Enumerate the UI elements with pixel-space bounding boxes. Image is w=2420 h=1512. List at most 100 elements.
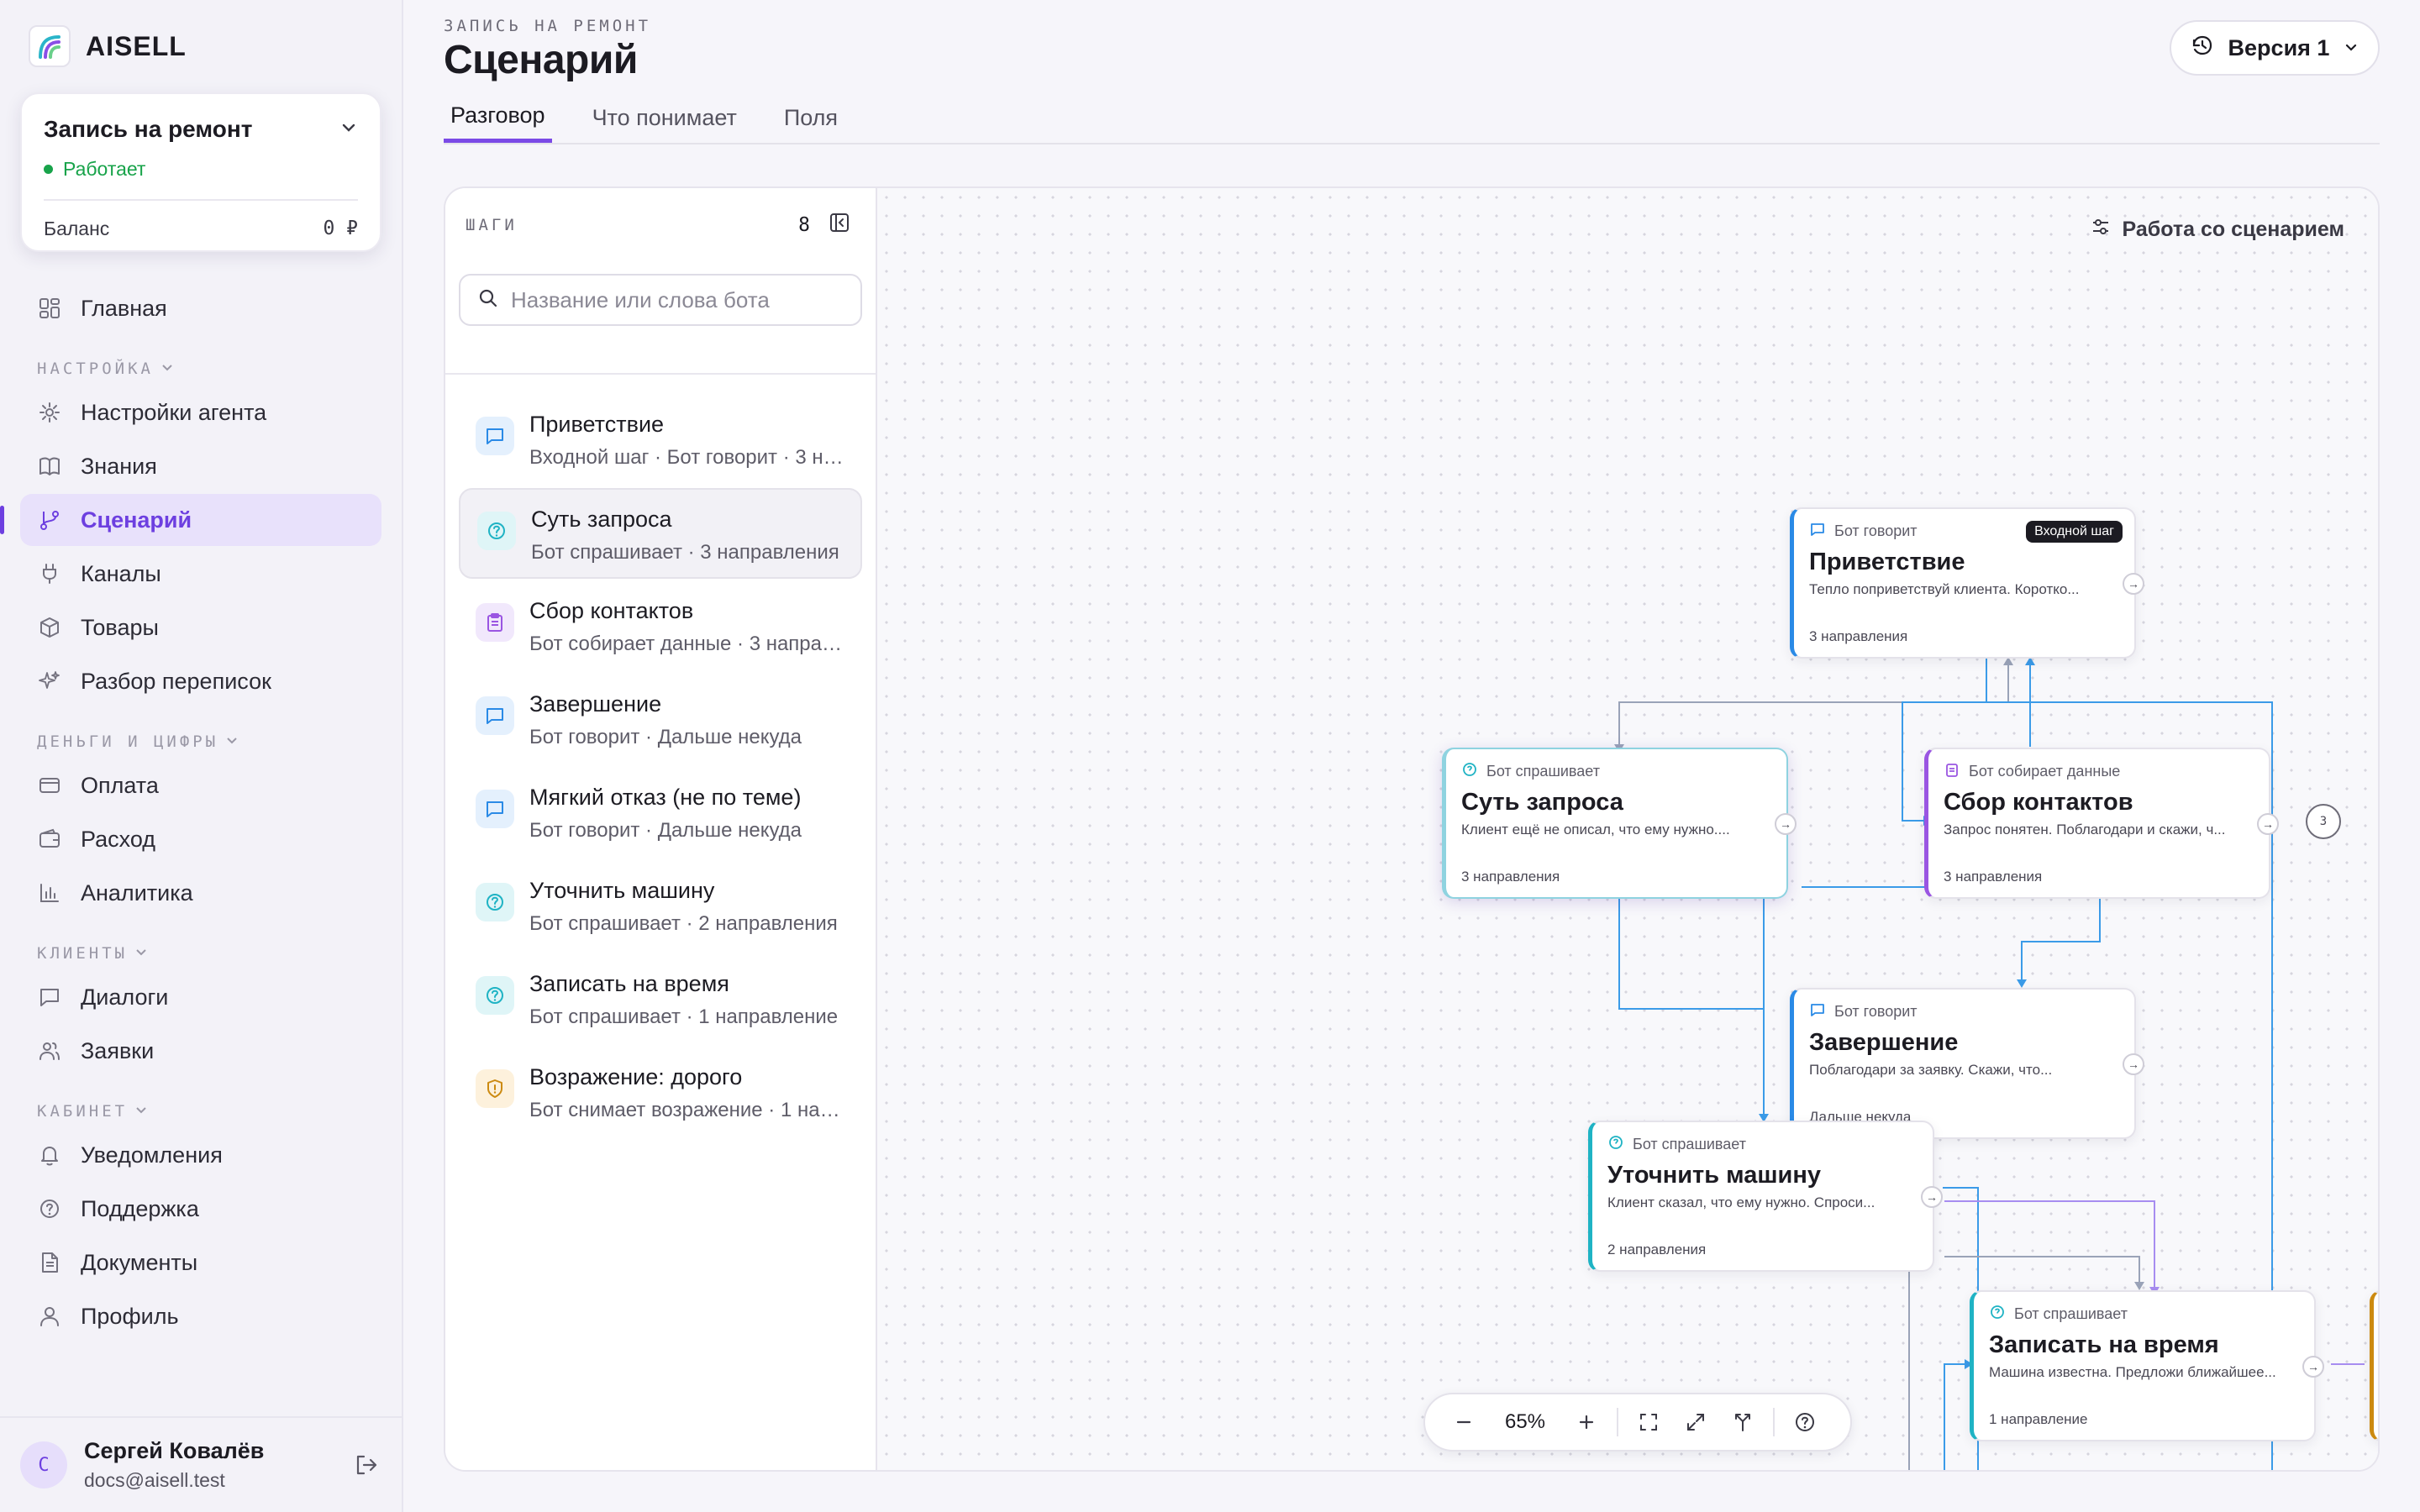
help-circle-icon[interactable] [1781, 1399, 1828, 1446]
step-item-essence[interactable]: Суть запроса Бот спрашивает · 3 направлен… [459, 488, 862, 579]
wallet-icon [37, 827, 62, 852]
version-dropdown[interactable]: Версия 1 [2170, 20, 2380, 76]
node-footer: 1 направление [1989, 1411, 2088, 1427]
chevron-down-icon[interactable] [339, 116, 358, 143]
arrow-right-icon[interactable]: → [1921, 1186, 1943, 1208]
user-block: С Сергей Ковалёв docs@aisell.test [0, 1416, 403, 1512]
node-description: Клиент сказал, что ему нужно. Спроси... [1607, 1194, 1876, 1210]
agent-status-label: Работает [63, 158, 146, 180]
nav-label: Настройки агента [81, 399, 267, 425]
step-search[interactable] [459, 274, 862, 326]
step-item-contacts[interactable]: Сбор контактов Бот собирает данные · 3 на… [459, 581, 862, 672]
flow-canvas[interactable]: Работа со сценарием Бот говорит Входной … [877, 188, 2378, 1470]
nav-item-requests[interactable]: Заявки [20, 1025, 381, 1077]
help-circle-icon [1989, 1304, 2006, 1325]
tab-conversation[interactable]: Разговор [444, 92, 552, 143]
step-title: Записать на время [529, 971, 729, 996]
auto-layout-icon[interactable] [1719, 1399, 1766, 1446]
step-title: Мягкий отказ (не по теме) [529, 785, 802, 810]
tab-understands[interactable]: Что понимает [586, 92, 744, 143]
arrow-right-icon[interactable]: → [2123, 573, 2144, 595]
tab-fields[interactable]: Поля [777, 92, 844, 143]
step-title: Сбор контактов [529, 598, 694, 623]
node-description: Запрос понятен. Поблагодари и скажи, ч..… [1944, 822, 2226, 837]
flow-node-objection[interactable]: В Кл 1 н [2370, 1290, 2378, 1441]
edge-car-objection [1944, 1200, 2155, 1292]
help-circle-icon [477, 512, 516, 550]
fit-view-icon[interactable] [1625, 1399, 1672, 1446]
avatar[interactable]: С [20, 1441, 67, 1488]
step-subtitle: Бот спрашивает · 2 направления [529, 912, 838, 935]
user-email: docs@aisell.test [84, 1469, 225, 1491]
main-nav: Главная НАСТРОЙКА Настройки агента Знани… [0, 282, 381, 1344]
nav-item-chat-review[interactable]: Разбор переписок [20, 655, 381, 707]
nav-item-scenario[interactable]: Сценарий [0, 494, 381, 546]
node-title: Завершение [1809, 1029, 1959, 1056]
search-input[interactable] [511, 286, 844, 313]
flow-node-essence[interactable]: Бот спрашивает Суть запроса Клиент ещё н… [1442, 748, 1797, 899]
flow-node-car[interactable]: Бот спрашивает Уточнить машину Клиент ск… [1588, 1121, 1943, 1272]
sidebar-collapse-icon[interactable] [829, 212, 850, 239]
message-square-icon [1809, 521, 1826, 542]
nav-section-clients[interactable]: КЛИЕНТЫ [20, 921, 381, 971]
nav-item-support[interactable]: Поддержка [20, 1183, 381, 1235]
step-item-objection[interactable]: Возражение: дорого Бот снимает возражение… [459, 1047, 862, 1138]
flow-node-contacts[interactable]: Бот собирает данные Сбор контактов Запро… [1924, 748, 2279, 899]
flow-node-greeting[interactable]: Бот говорит Входной шаг Приветствие Тепл… [1790, 507, 2144, 659]
nav-label: Оплата [81, 772, 159, 798]
nav-item-channels[interactable]: Каналы [20, 548, 381, 600]
nav-item-analytics[interactable]: Аналитика [20, 867, 381, 919]
steps-count: 8 [798, 214, 810, 236]
scenario-actions-button[interactable]: Работа со сценарием [2091, 217, 2344, 243]
nav-item-products[interactable]: Товары [20, 601, 381, 654]
zoom-out-button[interactable] [1440, 1399, 1487, 1446]
search-icon [477, 287, 499, 313]
arrow-right-icon[interactable]: → [2123, 1053, 2144, 1075]
help-circle-icon [1607, 1134, 1624, 1155]
step-item-soft-refusal[interactable]: Мягкий отказ (не по теме) Бот говорит · Д… [459, 768, 862, 858]
brand[interactable]: AISELL [29, 25, 187, 67]
step-item-car[interactable]: Уточнить машину Бот спрашивает · 2 направ… [459, 861, 862, 952]
step-item-greeting[interactable]: Приветствие Входной шаг · Бот говорит · 3… [459, 395, 862, 486]
message-square-icon [37, 984, 62, 1010]
nav-item-home[interactable]: Главная [20, 282, 381, 334]
nav-section-money[interactable]: ДЕНЬГИ И ЦИФРЫ [20, 709, 381, 759]
chevron-down-icon [134, 1102, 148, 1121]
node-footer: 3 направления [1461, 869, 1560, 885]
box-icon [37, 615, 62, 640]
nav-label: Расход [81, 826, 156, 852]
nav-item-profile[interactable]: Профиль [20, 1290, 381, 1342]
flow-node-finish[interactable]: Бот говорит Завершение Поблагодари за за… [1790, 988, 2144, 1139]
step-title: Приветствие [529, 412, 665, 437]
nav-item-notifications[interactable]: Уведомления [20, 1129, 381, 1181]
nav-item-knowledge[interactable]: Знания [20, 440, 381, 492]
nav-item-payment[interactable]: Оплата [20, 759, 381, 811]
nav-label: Поддержка [81, 1195, 199, 1221]
arrow-right-icon[interactable]: → [1775, 813, 1797, 835]
arrow-right-icon[interactable]: → [2257, 813, 2279, 835]
step-item-time[interactable]: Записать на время Бот спрашивает · 1 напр… [459, 954, 862, 1045]
expand-icon[interactable] [1672, 1399, 1719, 1446]
nav-item-agent-settings[interactable]: Настройки агента [20, 386, 381, 438]
page-header: ЗАПИСЬ НА РЕМОНТ Сценарий Версия 1 Разго… [444, 0, 2380, 144]
node-title: Приветствие [1809, 549, 1965, 575]
step-subtitle: Бот говорит · Дальше некуда [529, 819, 802, 842]
nav-label: Заявки [81, 1037, 155, 1063]
clipboard-icon [1944, 761, 1960, 782]
merge-node[interactable]: 3 [2306, 804, 2341, 839]
logout-icon[interactable] [350, 1448, 383, 1482]
nav-item-documents[interactable]: Документы [20, 1236, 381, 1289]
gear-icon [37, 400, 62, 425]
arrow-right-icon[interactable]: → [2302, 1356, 2324, 1378]
flow-node-time[interactable]: Бот спрашивает Записать на время Машина … [1970, 1290, 2324, 1441]
zoom-in-button[interactable] [1563, 1399, 1610, 1446]
agent-switcher[interactable]: Запись на ремонт Работает Баланс 0 ₽ [20, 92, 381, 252]
nav-item-dialogs[interactable]: Диалоги [20, 971, 381, 1023]
step-item-finish[interactable]: Завершение Бот говорит · Дальше некуда [459, 675, 862, 765]
user-name: Сергей Ковалёв [84, 1438, 265, 1463]
nav-section-settings[interactable]: НАСТРОЙКА [20, 336, 381, 386]
nav-section-cabinet[interactable]: КАБИНЕТ [20, 1079, 381, 1129]
nav-item-expense[interactable]: Расход [20, 813, 381, 865]
nav-section-label: ДЕНЬГИ И ЦИФРЫ [37, 732, 219, 751]
nav-section-label: КЛИЕНТЫ [37, 944, 129, 963]
